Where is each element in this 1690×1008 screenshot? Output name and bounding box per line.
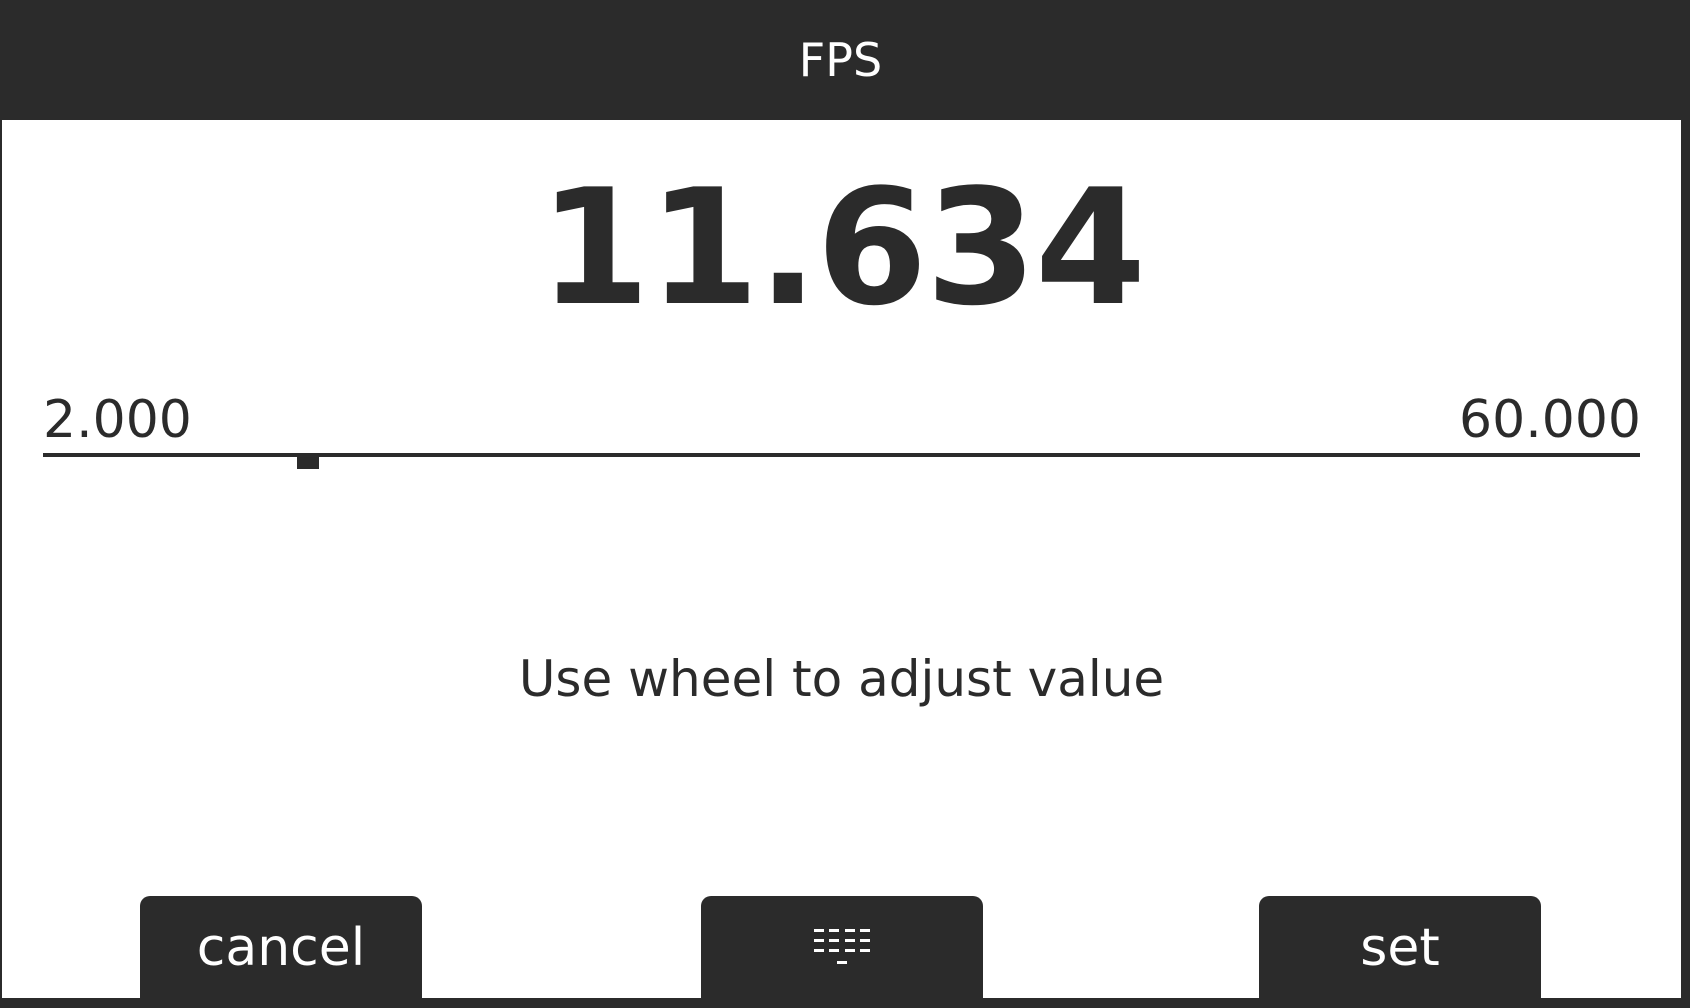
value-slider-track[interactable] bbox=[43, 453, 1640, 457]
keypad-icon bbox=[812, 925, 872, 971]
header-bar: FPS bbox=[0, 0, 1681, 119]
fps-dialog: FPS 11.634 2.000 60.000 Use wheel to adj… bbox=[0, 0, 1690, 1008]
value-slider-handle[interactable] bbox=[297, 457, 320, 469]
keypad-button[interactable] bbox=[701, 896, 983, 1000]
cancel-button[interactable]: cancel bbox=[140, 896, 422, 1000]
adjust-hint: Use wheel to adjust value bbox=[518, 650, 1165, 708]
current-value: 11.634 bbox=[538, 154, 1146, 341]
range-min-label: 2.000 bbox=[43, 390, 192, 450]
set-button[interactable]: set bbox=[1259, 896, 1541, 1000]
content-panel: 11.634 2.000 60.000 Use wheel to adjust … bbox=[2, 120, 1681, 1000]
page-title: FPS bbox=[798, 32, 883, 87]
screen-edge bbox=[1681, 0, 1690, 1008]
range-max-label: 60.000 bbox=[1459, 390, 1641, 450]
